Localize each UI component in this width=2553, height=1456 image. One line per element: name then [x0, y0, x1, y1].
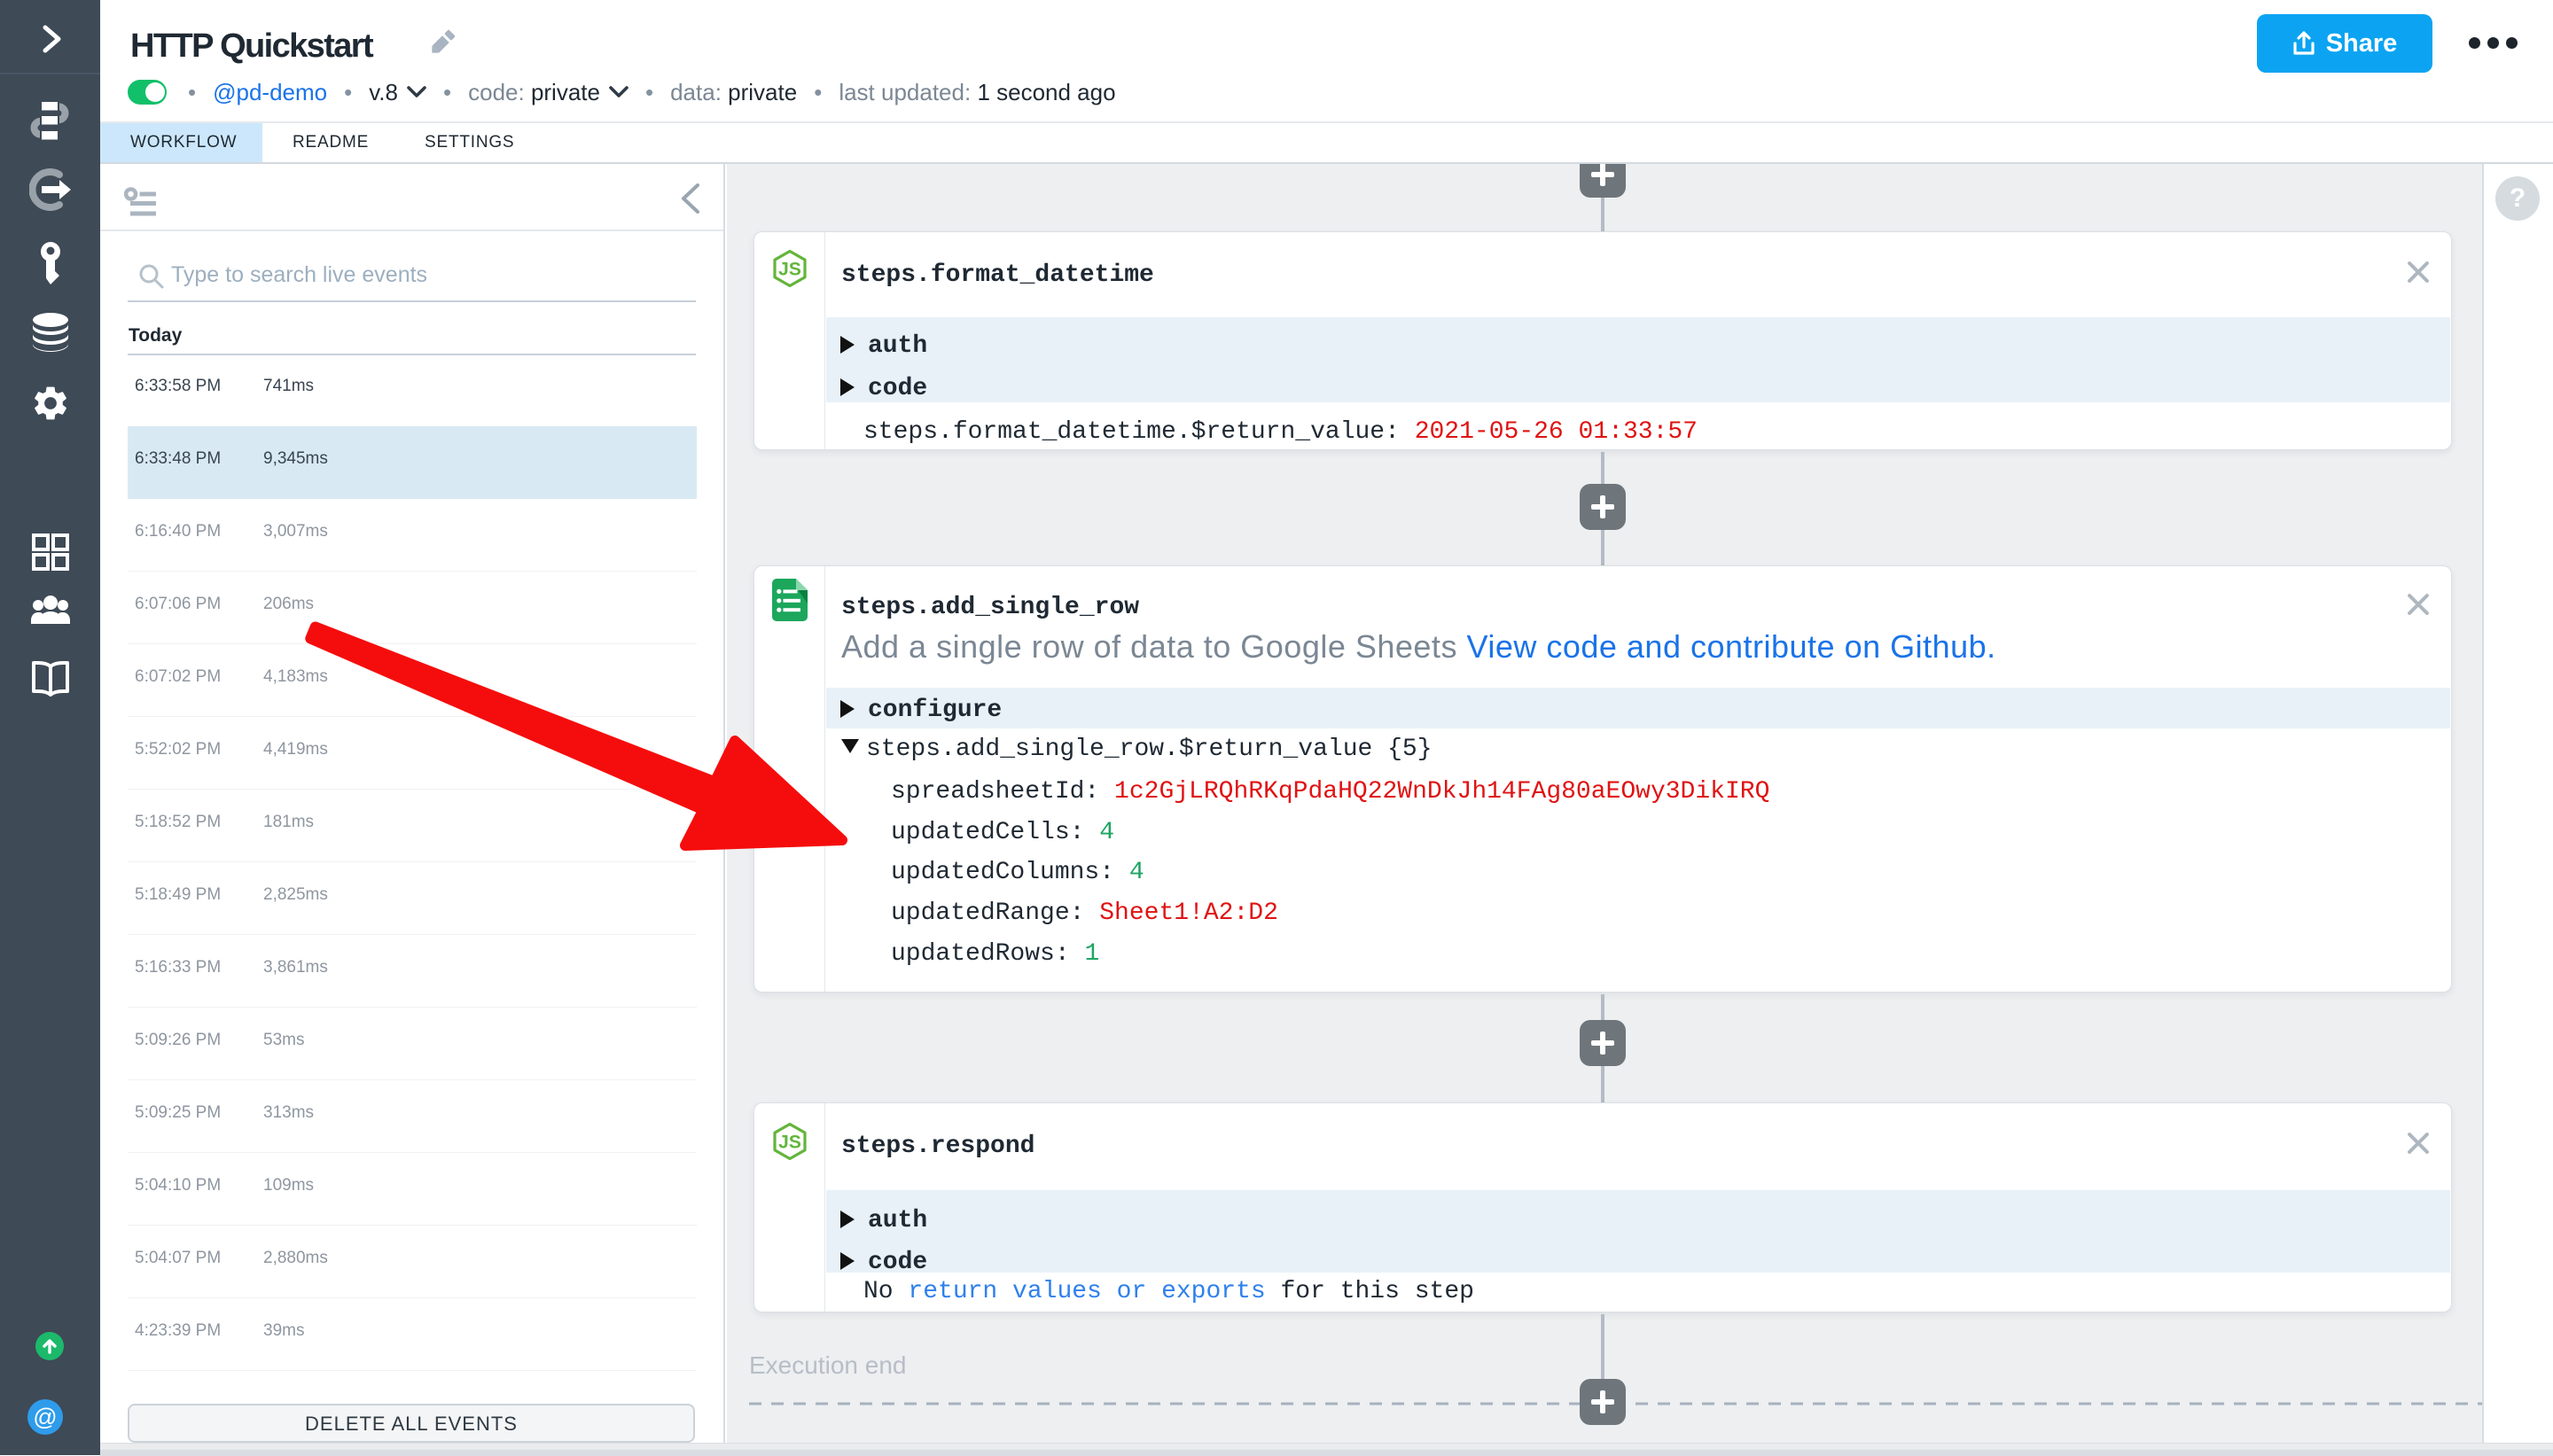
svg-text:JS: JS — [778, 1133, 801, 1153]
svg-text:JS: JS — [778, 260, 801, 280]
